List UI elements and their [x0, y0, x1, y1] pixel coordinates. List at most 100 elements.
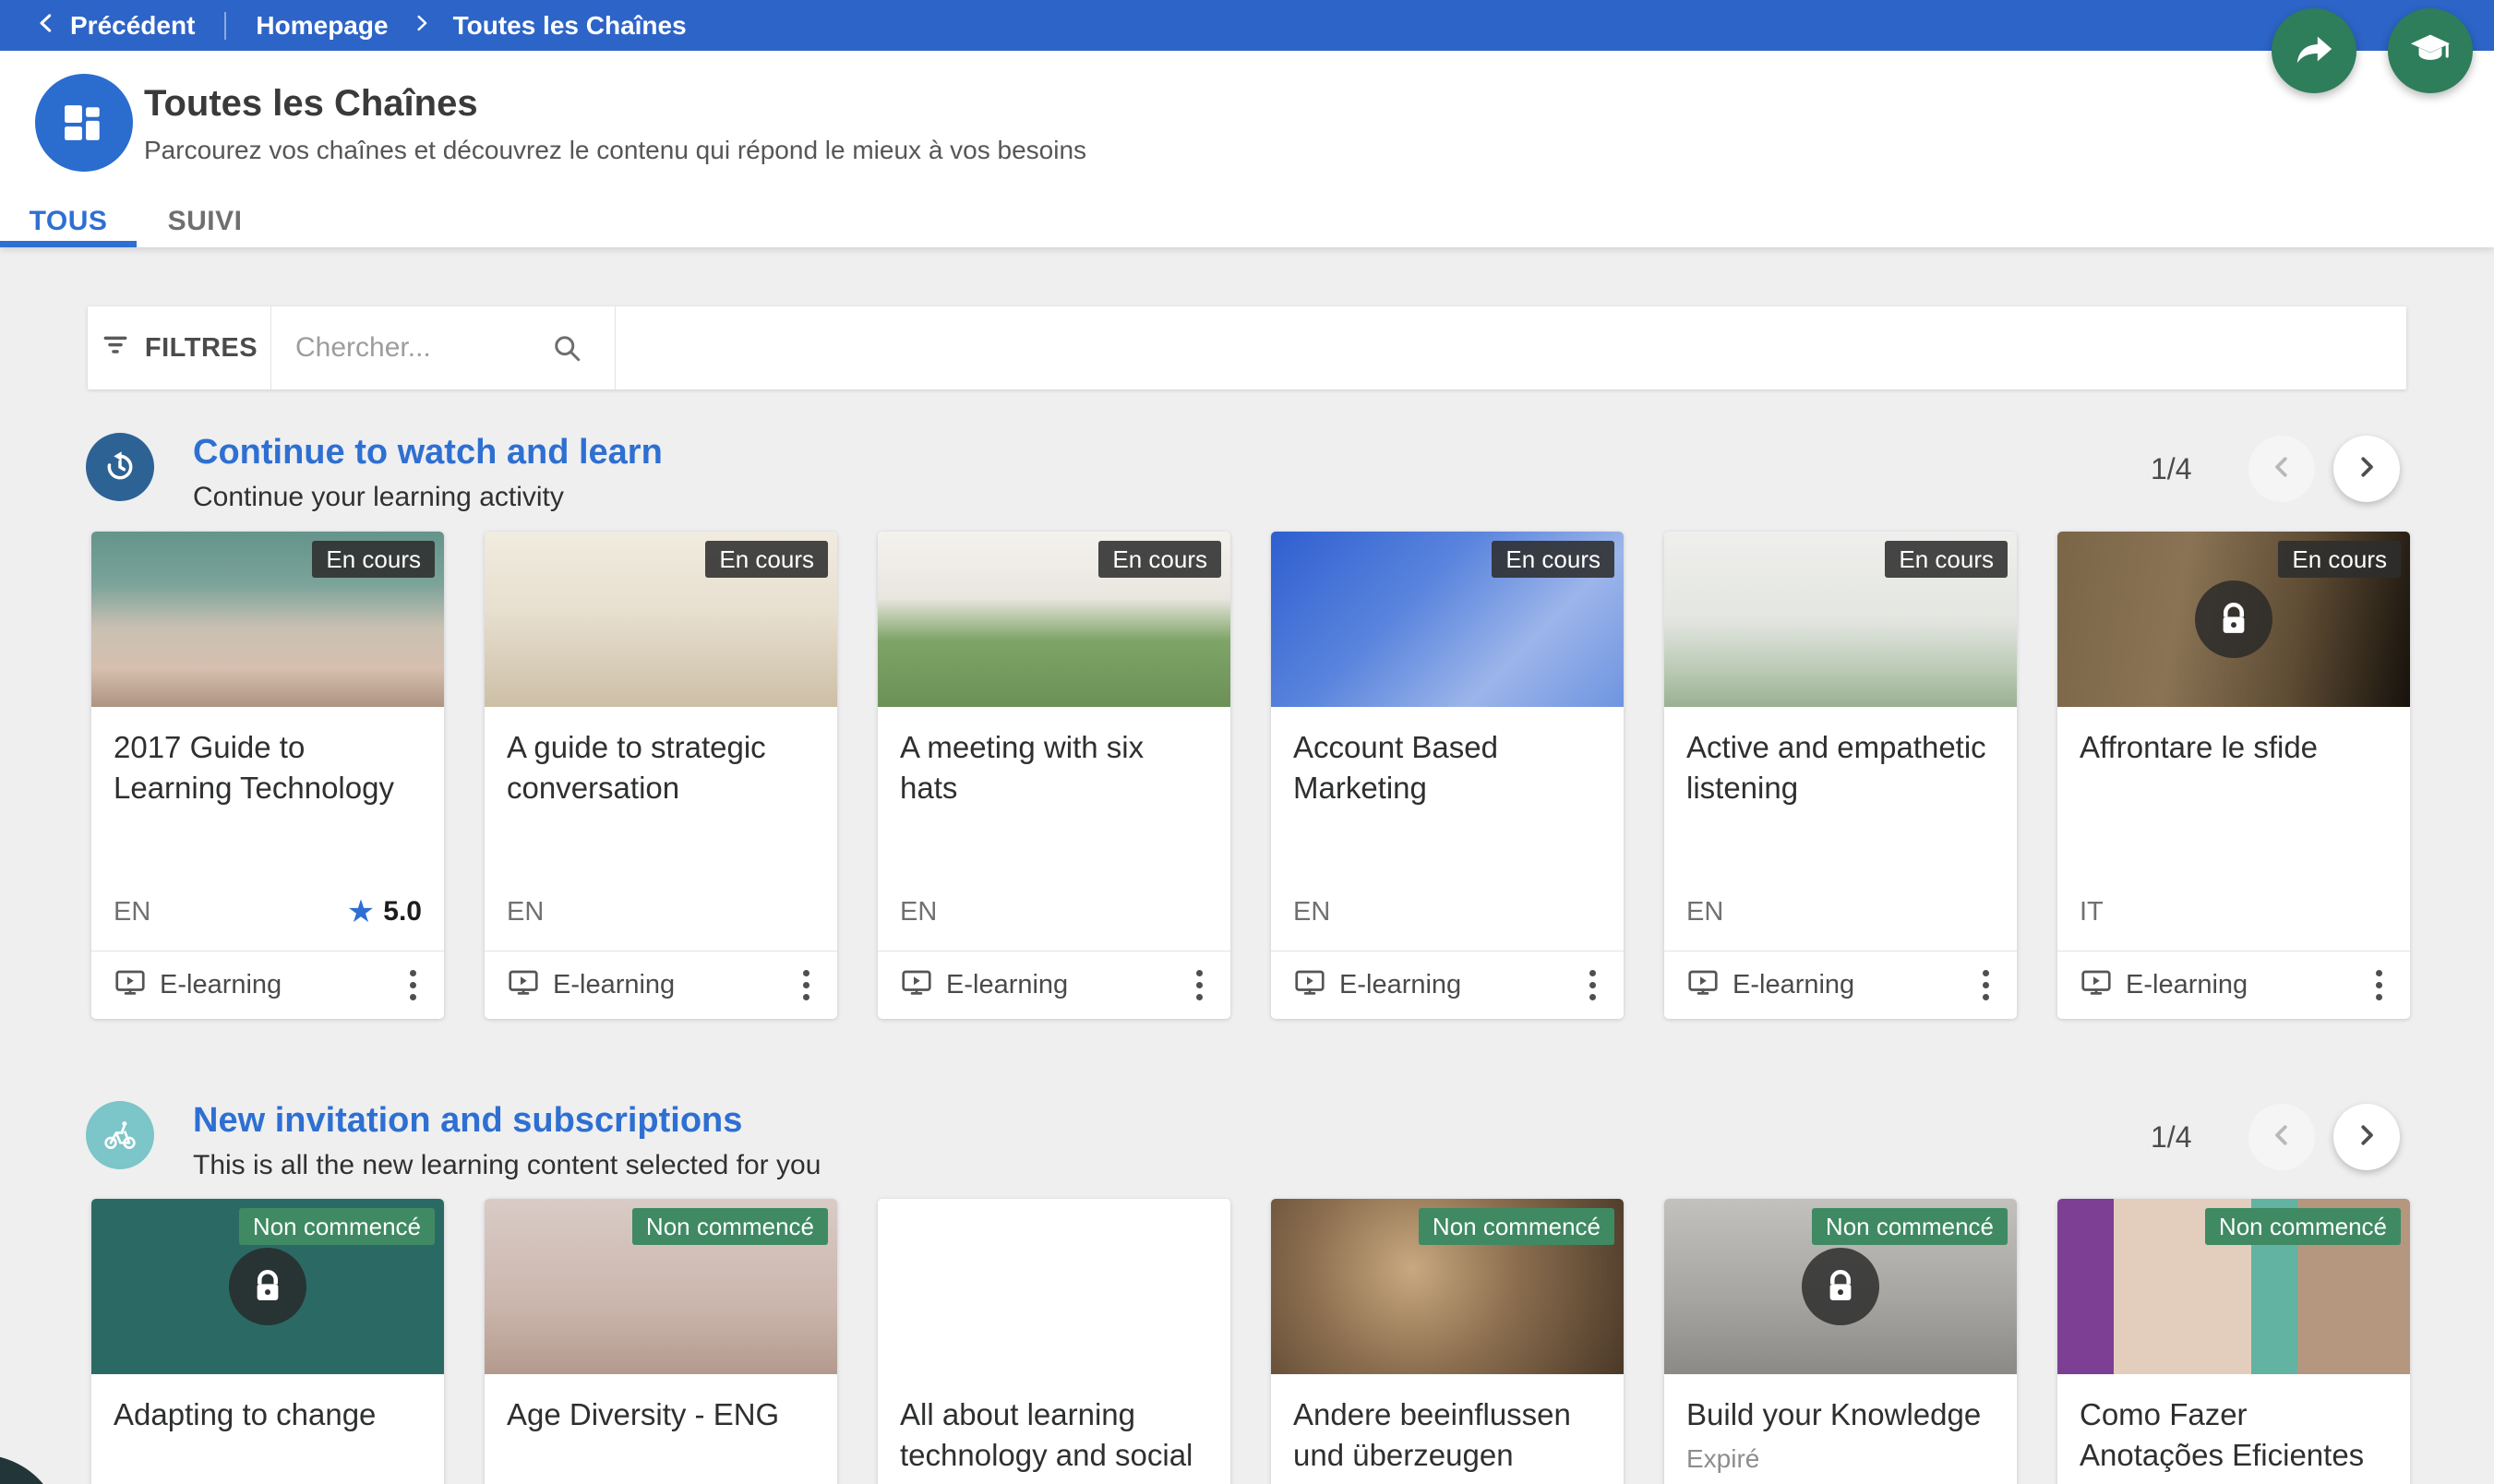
chevron-right-icon — [2353, 453, 2380, 485]
card-menu-button[interactable] — [1965, 958, 2006, 1013]
section-new-pager: 1/4 — [2151, 1104, 2400, 1170]
elearning-icon — [1686, 966, 1720, 1004]
course-type-label: E-learning — [1339, 970, 1461, 1000]
card-menu-button[interactable] — [2358, 958, 2399, 1013]
course-thumbnail: Non commencé — [1664, 1199, 2017, 1374]
card-meta-row: EN — [1293, 893, 1601, 930]
course-thumbnail: En cours — [1271, 532, 1624, 707]
continue-card-row: En cours 2017 Guide to Learning Technolo… — [91, 532, 2410, 1019]
card-menu-button[interactable] — [1572, 958, 1613, 1013]
tab-tous[interactable]: TOUS — [0, 196, 137, 247]
section-new-title[interactable]: New invitation and subscriptions — [193, 1101, 821, 1141]
card-footer: E-learning — [1271, 951, 1624, 1019]
carousel-next-button[interactable] — [2333, 1104, 2400, 1170]
card-meta-row: EN — [1686, 893, 1995, 930]
course-card[interactable]: En cours A meeting with six hats EN E-le… — [878, 532, 1230, 1019]
star-icon: ★ — [347, 896, 375, 928]
filters-button[interactable]: FILTRES — [88, 306, 271, 389]
graduation-cap-icon — [2409, 28, 2452, 75]
course-card[interactable]: Non commencé Age Diversity - ENG — [485, 1199, 837, 1484]
course-card[interactable]: En cours A guide to strategic conversati… — [485, 532, 837, 1019]
course-thumbnail: En cours — [1664, 532, 2017, 707]
elearning-icon — [507, 966, 540, 1004]
rating-value: 5.0 — [383, 896, 422, 928]
card-footer: E-learning — [1664, 951, 2017, 1019]
breadcrumb: Homepage Toutes les Chaînes — [256, 11, 686, 41]
status-badge: En cours — [1885, 541, 2008, 578]
pagination-label: 1/4 — [2151, 1120, 2191, 1155]
card-footer: E-learning — [878, 951, 1230, 1019]
card-title: All about learning technology and social… — [878, 1374, 1230, 1484]
course-thumbnail: Non commencé — [485, 1199, 837, 1374]
language-label: EN — [507, 897, 544, 928]
card-status-note: Expiré — [1664, 1435, 2017, 1474]
card-title: Active and empathetic listening — [1664, 707, 2017, 808]
status-badge: En cours — [312, 541, 435, 578]
course-card[interactable]: All about learning technology and social… — [878, 1199, 1230, 1484]
top-bar: Précédent Homepage Toutes les Chaînes — [0, 0, 2494, 51]
rating: ★ 5.0 — [347, 896, 422, 928]
filter-bar: FILTRES — [88, 306, 2406, 389]
share-fab[interactable] — [2272, 8, 2356, 93]
card-menu-button[interactable] — [392, 958, 433, 1013]
pagination-label: 1/4 — [2151, 452, 2191, 486]
section-new-header: New invitation and subscriptions This is… — [86, 1101, 821, 1181]
back-button[interactable]: Précédent — [35, 11, 195, 41]
breadcrumb-homepage[interactable]: Homepage — [256, 11, 388, 41]
language-label: IT — [2080, 897, 2104, 928]
card-footer: E-learning — [2057, 951, 2410, 1019]
section-continue-header: Continue to watch and learn Continue you… — [86, 433, 663, 513]
status-badge: Non commencé — [632, 1208, 828, 1245]
course-type-label: E-learning — [2126, 970, 2248, 1000]
card-menu-button[interactable] — [1179, 958, 1219, 1013]
share-icon — [2293, 28, 2335, 75]
status-badge: Non commencé — [239, 1208, 435, 1245]
language-label: EN — [1686, 897, 1723, 928]
language-label: EN — [900, 897, 937, 928]
page-title: Toutes les Chaînes — [144, 83, 1086, 125]
history-icon — [86, 433, 154, 501]
course-type-label: E-learning — [553, 970, 675, 1000]
page-header: Toutes les Chaînes Parcourez vos chaînes… — [0, 51, 2494, 247]
status-badge: Non commencé — [1419, 1208, 1614, 1245]
course-card[interactable]: En cours Active and empathetic listening… — [1664, 532, 2017, 1019]
course-card[interactable]: En cours Affrontare le sfide IT E-learni… — [2057, 532, 2410, 1019]
topbar-divider — [224, 12, 226, 40]
course-thumbnail: Non commencé — [91, 1199, 444, 1374]
status-badge: En cours — [2278, 541, 2401, 578]
card-title: Age Diversity - ENG — [485, 1374, 837, 1435]
course-thumbnail: En cours — [2057, 532, 2410, 707]
carousel-prev-button[interactable] — [2248, 1104, 2315, 1170]
course-thumbnail: En cours — [878, 532, 1230, 707]
course-card[interactable]: En cours Account Based Marketing EN E-le… — [1271, 532, 1624, 1019]
card-meta-row: EN ★ 5.0 — [114, 893, 422, 930]
search-box — [271, 306, 616, 389]
chevron-right-icon — [411, 13, 431, 38]
card-title: Como Fazer Anotações Eficientes para Aum… — [2057, 1374, 2410, 1484]
lock-icon — [2195, 580, 2272, 658]
tab-suivi[interactable]: SUIVI — [137, 196, 273, 247]
carousel-prev-button[interactable] — [2248, 436, 2315, 502]
card-title: A meeting with six hats — [878, 707, 1230, 808]
course-card[interactable]: Non commencé Build your Knowledge Expiré — [1664, 1199, 2017, 1484]
filter-icon — [101, 329, 130, 366]
section-new-subtitle: This is all the new learning content sel… — [193, 1150, 821, 1181]
course-card[interactable]: Non commencé Andere beeinflussen und übe… — [1271, 1199, 1624, 1484]
chevron-right-icon — [2353, 1121, 2380, 1154]
card-meta-row: EN — [507, 893, 815, 930]
status-badge: En cours — [1492, 541, 1614, 578]
section-continue-title[interactable]: Continue to watch and learn — [193, 433, 663, 473]
education-fab[interactable] — [2388, 8, 2473, 93]
language-label: EN — [1293, 897, 1330, 928]
course-type-label: E-learning — [946, 970, 1068, 1000]
card-title: Account Based Marketing — [1271, 707, 1624, 808]
course-thumbnail — [878, 1199, 1230, 1374]
carousel-next-button[interactable] — [2333, 436, 2400, 502]
course-card[interactable]: Non commencé Como Fazer Anotações Eficie… — [2057, 1199, 2410, 1484]
chevron-left-icon — [2268, 1121, 2296, 1154]
course-card[interactable]: En cours 2017 Guide to Learning Technolo… — [91, 532, 444, 1019]
card-menu-button[interactable] — [785, 958, 826, 1013]
elearning-icon — [2080, 966, 2113, 1004]
card-title: Build your Knowledge — [1664, 1374, 2017, 1435]
course-card[interactable]: Non commencé Adapting to change — [91, 1199, 444, 1484]
